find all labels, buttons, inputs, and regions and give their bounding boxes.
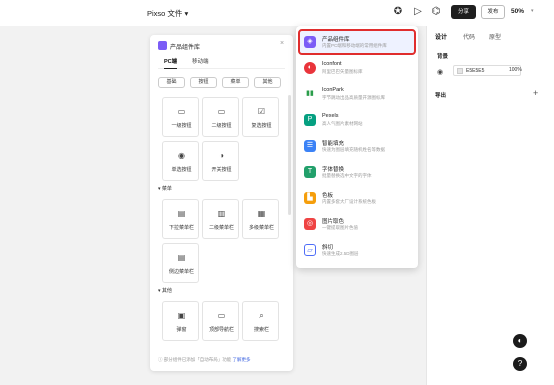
palette-icon: ▙ bbox=[304, 192, 316, 204]
color-swatch[interactable] bbox=[457, 68, 463, 74]
iconpark-icon: ▮▮ bbox=[304, 88, 316, 100]
multi-menu-icon: ▦ bbox=[257, 209, 266, 218]
plugin-item-color-picker[interactable]: ◎ 图片取色 一键提取图片色值 bbox=[300, 213, 414, 235]
side-menu-icon: ▤ bbox=[177, 253, 186, 262]
tab-code[interactable]: 代码 bbox=[463, 32, 475, 41]
library-title: 产品组件库 bbox=[170, 45, 201, 51]
skew-icon: ▱ bbox=[304, 244, 316, 256]
search-icon: ⌕ bbox=[259, 311, 264, 320]
plugin-icon[interactable]: ✪ bbox=[392, 6, 404, 18]
document-title[interactable]: Pixso 文件 ▾ bbox=[147, 8, 188, 19]
bookmark-icon[interactable]: ⌬ bbox=[430, 6, 442, 18]
library-logo-icon bbox=[158, 41, 167, 50]
zoom-level[interactable]: 50% bbox=[511, 8, 524, 15]
button-icon: ▭ bbox=[177, 107, 186, 116]
popup-icon: ▣ bbox=[177, 311, 186, 320]
plugin-item-autofill[interactable]: ☰ 智能填充 快速为图层填充随机姓名等数据 bbox=[300, 135, 414, 157]
autofill-icon: ☰ bbox=[304, 140, 316, 152]
export-label: 导出 bbox=[435, 93, 447, 99]
close-icon[interactable]: × bbox=[280, 40, 284, 47]
component-card-primary-button[interactable]: ▭ 一级按钮 bbox=[162, 97, 199, 137]
add-export-icon[interactable]: + bbox=[533, 88, 538, 98]
filter-chip-basic[interactable]: 基础 bbox=[158, 77, 185, 88]
component-card-submenu[interactable]: ▥ 二级菜单栏 bbox=[202, 199, 239, 239]
publish-button[interactable]: 发布 bbox=[481, 5, 505, 19]
color-picker-icon: ◎ bbox=[304, 218, 316, 230]
component-card-dropdown-menu[interactable]: ▤ 下拉菜单栏 bbox=[162, 199, 199, 239]
share-button[interactable]: 分享 bbox=[451, 5, 476, 19]
dropdown-menu-icon: ▤ bbox=[177, 209, 186, 218]
button-icon: ▭ bbox=[217, 107, 226, 116]
plugin-item-skew[interactable]: ▱ 斜切 快速生成2.5D图层 bbox=[300, 239, 414, 261]
component-card-toggle[interactable]: ◑ 开关按钮 bbox=[202, 141, 239, 181]
plugin-item-iconpark[interactable]: ▮▮ IconPark 字节跳动出品高质量开源图标库 bbox=[300, 83, 414, 105]
submenu-icon: ▥ bbox=[217, 209, 226, 218]
checkbox-icon: ☑ bbox=[257, 107, 266, 116]
component-card-multi-menu[interactable]: ▦ 多级菜单栏 bbox=[242, 199, 279, 239]
platform-tabs: PC端 移动端 bbox=[158, 57, 285, 69]
library-footer: ⓘ 部分组件已添加「自动布局」功能 了解更多 bbox=[158, 357, 251, 362]
plugin-dropdown-menu: ◈ 产品组件库 内置PC端和移动端的常用组件库 ◐ Iconfont 阿里巴巴矢… bbox=[296, 26, 418, 268]
radio-icon: ◉ bbox=[178, 151, 185, 160]
tab-prototype[interactable]: 原型 bbox=[489, 32, 501, 41]
component-card-search[interactable]: ⌕ 搜索栏 bbox=[242, 301, 279, 341]
learn-more-link[interactable]: 了解更多 bbox=[233, 357, 251, 362]
component-card-popup[interactable]: ▣ 弹窗 bbox=[162, 301, 199, 341]
library-scrollbar[interactable] bbox=[288, 95, 291, 215]
section-other-title[interactable]: ▾ 其他 bbox=[158, 287, 172, 294]
top-toolbar: Pixso 文件 ▾ ✪ ▷ ⌬ 分享 发布 50% ▾ bbox=[0, 0, 554, 26]
plugin-item-component-library[interactable]: ◈ 产品组件库 内置PC端和移动端的常用组件库 bbox=[298, 29, 416, 55]
theme-toggle-icon[interactable]: ◐ bbox=[513, 334, 527, 348]
tab-design[interactable]: 设计 bbox=[435, 32, 447, 41]
component-card-side-menu[interactable]: ▤ 侧边菜单栏 bbox=[162, 243, 199, 283]
help-icon[interactable]: ? bbox=[513, 357, 527, 371]
component-card-checkbox[interactable]: ☑ 复选按钮 bbox=[242, 97, 279, 137]
background-label: 背景 bbox=[437, 54, 449, 60]
plugin-item-pexels[interactable]: P Pexels 高人气图片素材网站 bbox=[300, 109, 414, 131]
plugin-item-font-replace[interactable]: T 字体替换 批量替换选中文字的字体 bbox=[300, 161, 414, 183]
component-card-secondary-button[interactable]: ▭ 二级按钮 bbox=[202, 97, 239, 137]
section-menu-title[interactable]: ▾ 菜单 bbox=[158, 185, 172, 192]
filter-chip-menu[interactable]: 菜单 bbox=[222, 77, 249, 88]
component-card-top-nav[interactable]: ▭ 顶部导航栏 bbox=[202, 301, 239, 341]
tab-mobile[interactable]: 移动端 bbox=[192, 57, 209, 65]
library-icon: ◈ bbox=[304, 36, 316, 48]
component-library-panel: 产品组件库 × PC端 移动端 基础 按钮 菜单 其他 ▭ 一级按钮 ▭ 二级按… bbox=[150, 35, 293, 371]
eye-icon[interactable]: ◉ bbox=[437, 68, 443, 76]
pexels-icon: P bbox=[304, 114, 316, 126]
iconfont-icon: ◐ bbox=[304, 62, 316, 74]
filter-chip-button[interactable]: 按钮 bbox=[190, 77, 217, 88]
filter-chip-other[interactable]: 其他 bbox=[254, 77, 281, 88]
tab-pc[interactable]: PC端 bbox=[164, 57, 178, 69]
toggle-icon: ◑ bbox=[219, 151, 224, 160]
top-nav-icon: ▭ bbox=[217, 311, 226, 320]
background-opacity[interactable]: 100% bbox=[509, 67, 522, 73]
component-card-radio[interactable]: ◉ 单选按钮 bbox=[162, 141, 199, 181]
chevron-down-icon[interactable]: ▾ bbox=[531, 8, 534, 14]
right-properties-panel: 设计 代码 原型 背景 ◉ E5E5E5 100% 导出 + ◐ ? bbox=[426, 26, 554, 385]
plugin-item-iconfont[interactable]: ◐ Iconfont 阿里巴巴矢量图标库 bbox=[300, 57, 414, 79]
font-replace-icon: T bbox=[304, 166, 316, 178]
play-icon[interactable]: ▷ bbox=[412, 6, 424, 18]
plugin-item-palette[interactable]: ▙ 色板 内置多套大厂设计系统色板 bbox=[300, 187, 414, 209]
